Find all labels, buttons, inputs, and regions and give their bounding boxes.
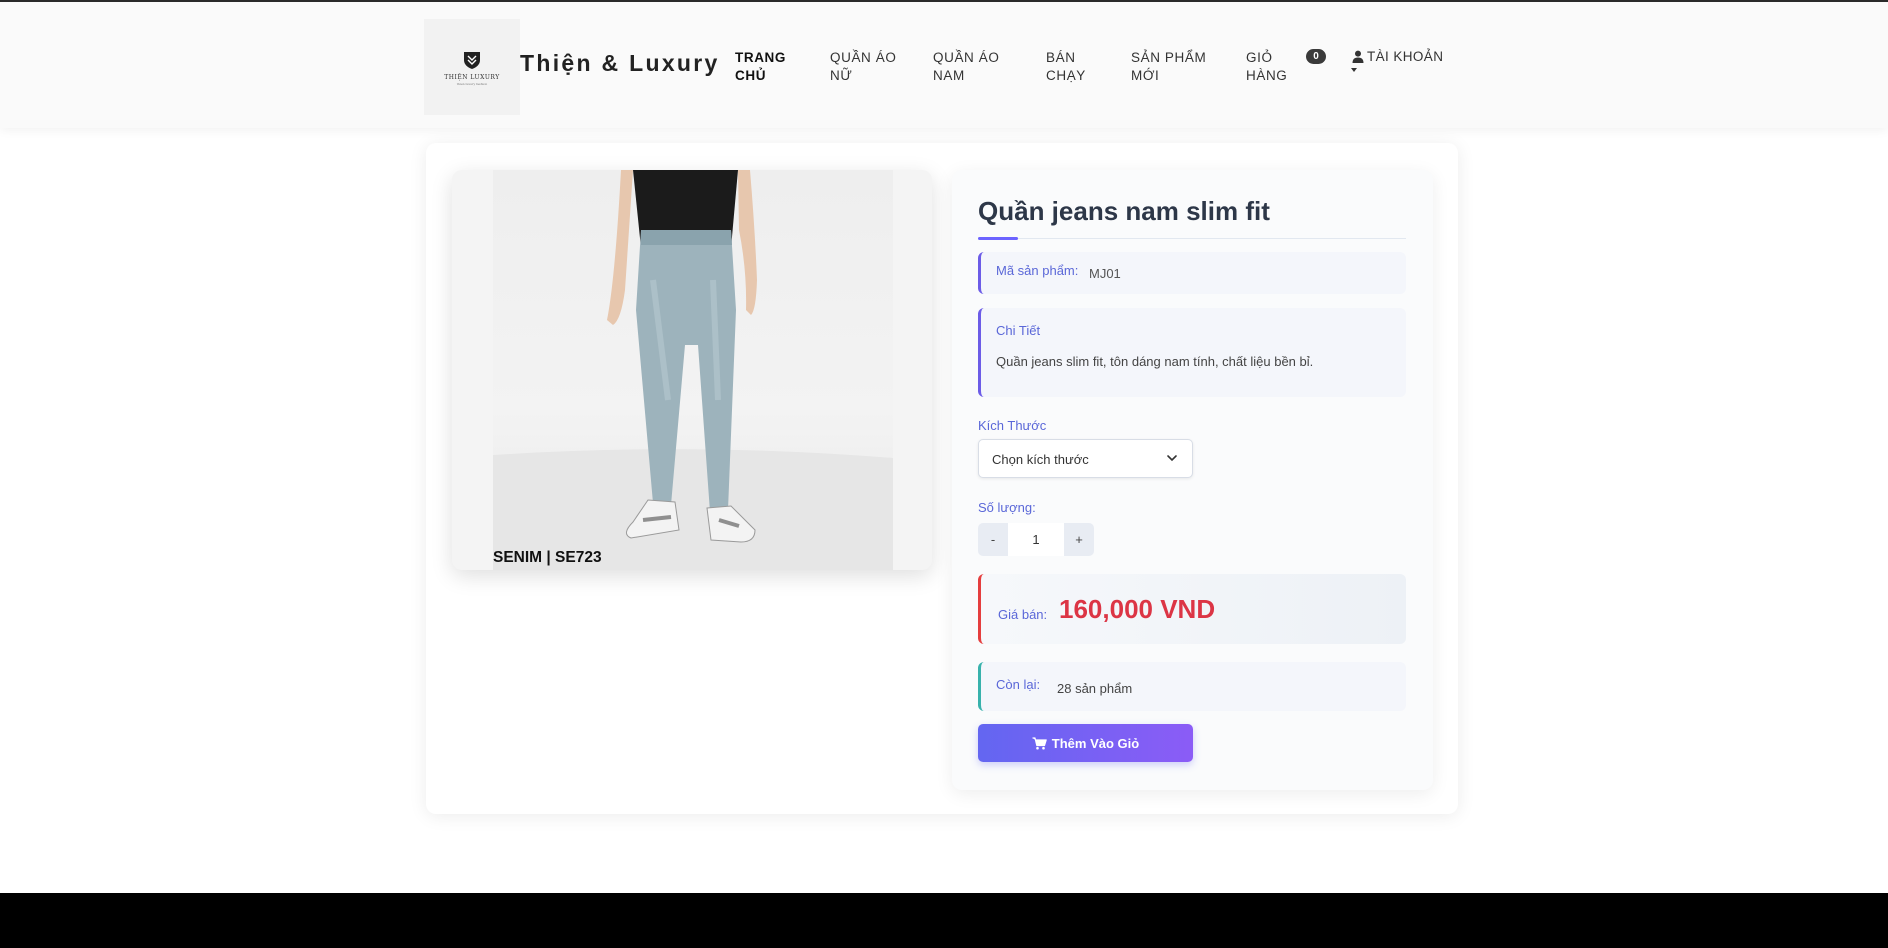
account-caret-icon[interactable] [1351, 68, 1357, 72]
nav-men-line2: NAM [933, 68, 965, 83]
quantity-label: Số lượng: [978, 500, 1036, 515]
price-label: Giá bán: [998, 607, 1048, 622]
product-title: Quần jeans nam slim fit [978, 196, 1270, 226]
detail-box: Chi Tiết Quần jeans slim fit, tôn dáng n… [978, 308, 1406, 397]
cart-icon [1032, 736, 1047, 749]
detail-label: Chi Tiết [996, 323, 1041, 338]
photo-caption: SENIM | SE723 [493, 549, 602, 566]
logo-shield-icon [464, 51, 480, 69]
add-to-cart-label: Thêm Vào Giỏ [1051, 735, 1140, 751]
product-photo [493, 170, 893, 570]
size-select[interactable]: Chọn kích thước [978, 439, 1193, 478]
nav-best-sellers-line2: CHẠY [1046, 68, 1086, 83]
stock-box: Còn lại: 28 sản phẩm [978, 662, 1406, 711]
nav-home-line2: CHỦ [735, 68, 767, 83]
price-box: Giá bán: 160,000 VND [978, 574, 1406, 644]
account-menu[interactable]: TÀI KHOẢN [1352, 49, 1443, 64]
nav-women-line2: NỮ [830, 68, 853, 83]
nav-best-sellers-line1: BÁN [1046, 50, 1076, 65]
nav-new-products[interactable]: SẢN PHẨM MỚI [1131, 49, 1206, 85]
nav-cart-line1: GIỎ [1246, 50, 1273, 65]
quantity-decrement-button[interactable]: - [978, 523, 1008, 556]
nav-home-line1: TRANG [735, 50, 786, 65]
nav-men[interactable]: QUẦN ÁO NAM [933, 49, 999, 85]
brand-name[interactable]: Thiện & Luxury [520, 50, 720, 77]
nav-men-line1: QUẦN ÁO [933, 50, 1000, 65]
price-value: 160,000 VND [1059, 594, 1216, 624]
footer [0, 893, 1888, 948]
sku-value: MJ01 [1089, 266, 1121, 281]
user-icon [1352, 50, 1364, 63]
site-header: THIỆN LUXURY thien luxury fashion Thiện … [0, 2, 1888, 128]
title-accent-bar [978, 237, 1018, 240]
nav-cart[interactable]: GIỎ HÀNG [1246, 49, 1287, 85]
title-divider [978, 238, 1406, 239]
nav-cart-line2: HÀNG [1246, 68, 1288, 83]
sku-box: Mã sản phẩm: MJ01 [978, 252, 1406, 294]
logo-subtext: thien luxury fashion [456, 81, 488, 86]
chevron-down-icon [1167, 455, 1177, 462]
quantity-input[interactable] [1008, 523, 1064, 556]
size-label: Kích Thước [978, 418, 1047, 433]
logo-text: THIỆN LUXURY [444, 73, 500, 81]
product-image-card: SENIM | SE723 [452, 170, 932, 570]
nav-women-line1: QUẦN ÁO [830, 50, 897, 65]
quantity-increment-button[interactable]: + [1064, 523, 1094, 556]
nav-women[interactable]: QUẦN ÁO NỮ [830, 49, 896, 85]
account-label: TÀI KHOẢN [1367, 49, 1444, 64]
nav-best-sellers[interactable]: BÁN CHẠY [1046, 49, 1086, 85]
jeans-photo-illustration [493, 170, 893, 570]
sku-label: Mã sản phẩm: [996, 263, 1079, 278]
size-select-value: Chọn kích thước [992, 452, 1089, 467]
nav-home[interactable]: TRANG CHỦ [735, 49, 786, 85]
add-to-cart-button[interactable]: Thêm Vào Giỏ [978, 724, 1193, 762]
nav-new-products-line1: SẢN PHẨM [1131, 50, 1207, 65]
logo[interactable]: THIỆN LUXURY thien luxury fashion [424, 19, 520, 115]
stock-label: Còn lại: [996, 677, 1041, 692]
detail-text: Quần jeans slim fit, tôn dáng nam tính, … [996, 354, 1314, 369]
stock-value: 28 sản phẩm [1057, 681, 1133, 696]
nav-new-products-line2: MỚI [1131, 68, 1160, 83]
cart-count-badge: 0 [1306, 49, 1326, 64]
